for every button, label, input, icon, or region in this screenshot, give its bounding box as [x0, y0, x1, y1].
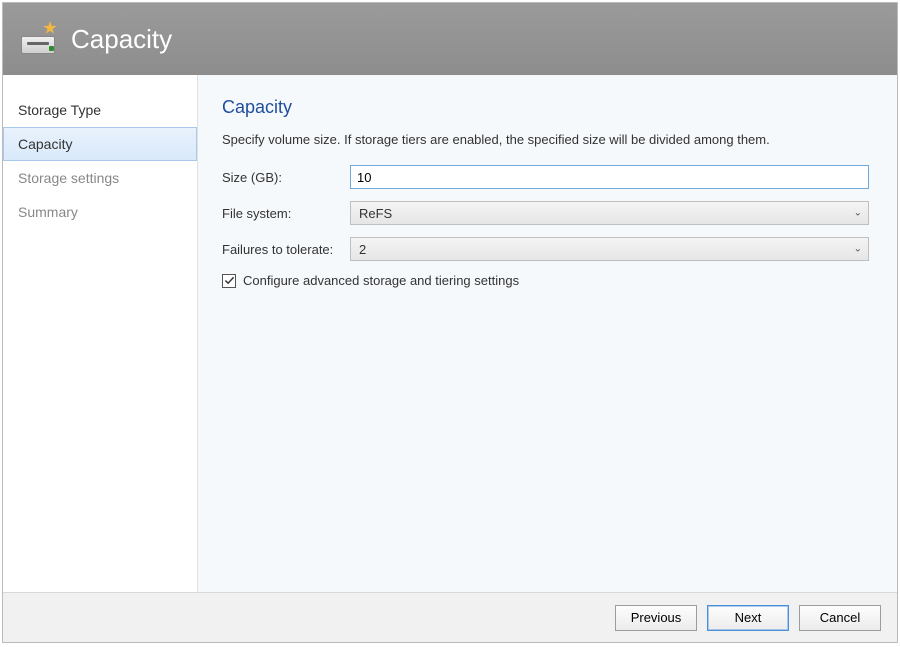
wizard-header-title: Capacity [71, 24, 172, 55]
sidebar-item-storage-settings[interactable]: Storage settings [3, 161, 197, 195]
failures-label: Failures to tolerate: [222, 242, 350, 257]
file-system-label: File system: [222, 206, 350, 221]
wizard-header: Capacity [3, 3, 897, 75]
checkmark-icon [224, 275, 235, 286]
wizard-main: Capacity Specify volume size. If storage… [198, 75, 897, 592]
sidebar-item-summary[interactable]: Summary [3, 195, 197, 229]
cancel-button[interactable]: Cancel [799, 605, 881, 631]
wizard-footer: Previous Next Cancel [3, 592, 897, 642]
wizard-sidebar: Storage Type Capacity Storage settings S… [3, 75, 198, 592]
capacity-drive-icon [21, 24, 57, 54]
page-description: Specify volume size. If storage tiers ar… [222, 132, 869, 147]
row-size: Size (GB): [222, 165, 869, 189]
sidebar-item-storage-type[interactable]: Storage Type [3, 93, 197, 127]
advanced-checkbox[interactable] [222, 274, 236, 288]
file-system-select[interactable]: ReFS ⌄ [350, 201, 869, 225]
sidebar-item-capacity[interactable]: Capacity [3, 127, 197, 161]
sidebar-item-label: Capacity [18, 136, 72, 152]
file-system-value: ReFS [359, 206, 392, 221]
chevron-down-icon: ⌄ [854, 208, 862, 219]
size-label: Size (GB): [222, 170, 350, 185]
row-advanced: Configure advanced storage and tiering s… [222, 273, 869, 288]
next-button[interactable]: Next [707, 605, 789, 631]
failures-value: 2 [359, 242, 366, 257]
size-input[interactable] [350, 165, 869, 189]
chevron-down-icon: ⌄ [854, 244, 862, 255]
wizard-body: Storage Type Capacity Storage settings S… [3, 75, 897, 592]
sidebar-item-label: Summary [18, 204, 78, 220]
failures-select[interactable]: 2 ⌄ [350, 237, 869, 261]
row-failures: Failures to tolerate: 2 ⌄ [222, 237, 869, 261]
page-title: Capacity [222, 97, 869, 118]
sidebar-item-label: Storage settings [18, 170, 119, 186]
previous-button[interactable]: Previous [615, 605, 697, 631]
sidebar-item-label: Storage Type [18, 102, 101, 118]
row-file-system: File system: ReFS ⌄ [222, 201, 869, 225]
advanced-label[interactable]: Configure advanced storage and tiering s… [243, 273, 519, 288]
wizard-dialog: Capacity Storage Type Capacity Storage s… [2, 2, 898, 643]
